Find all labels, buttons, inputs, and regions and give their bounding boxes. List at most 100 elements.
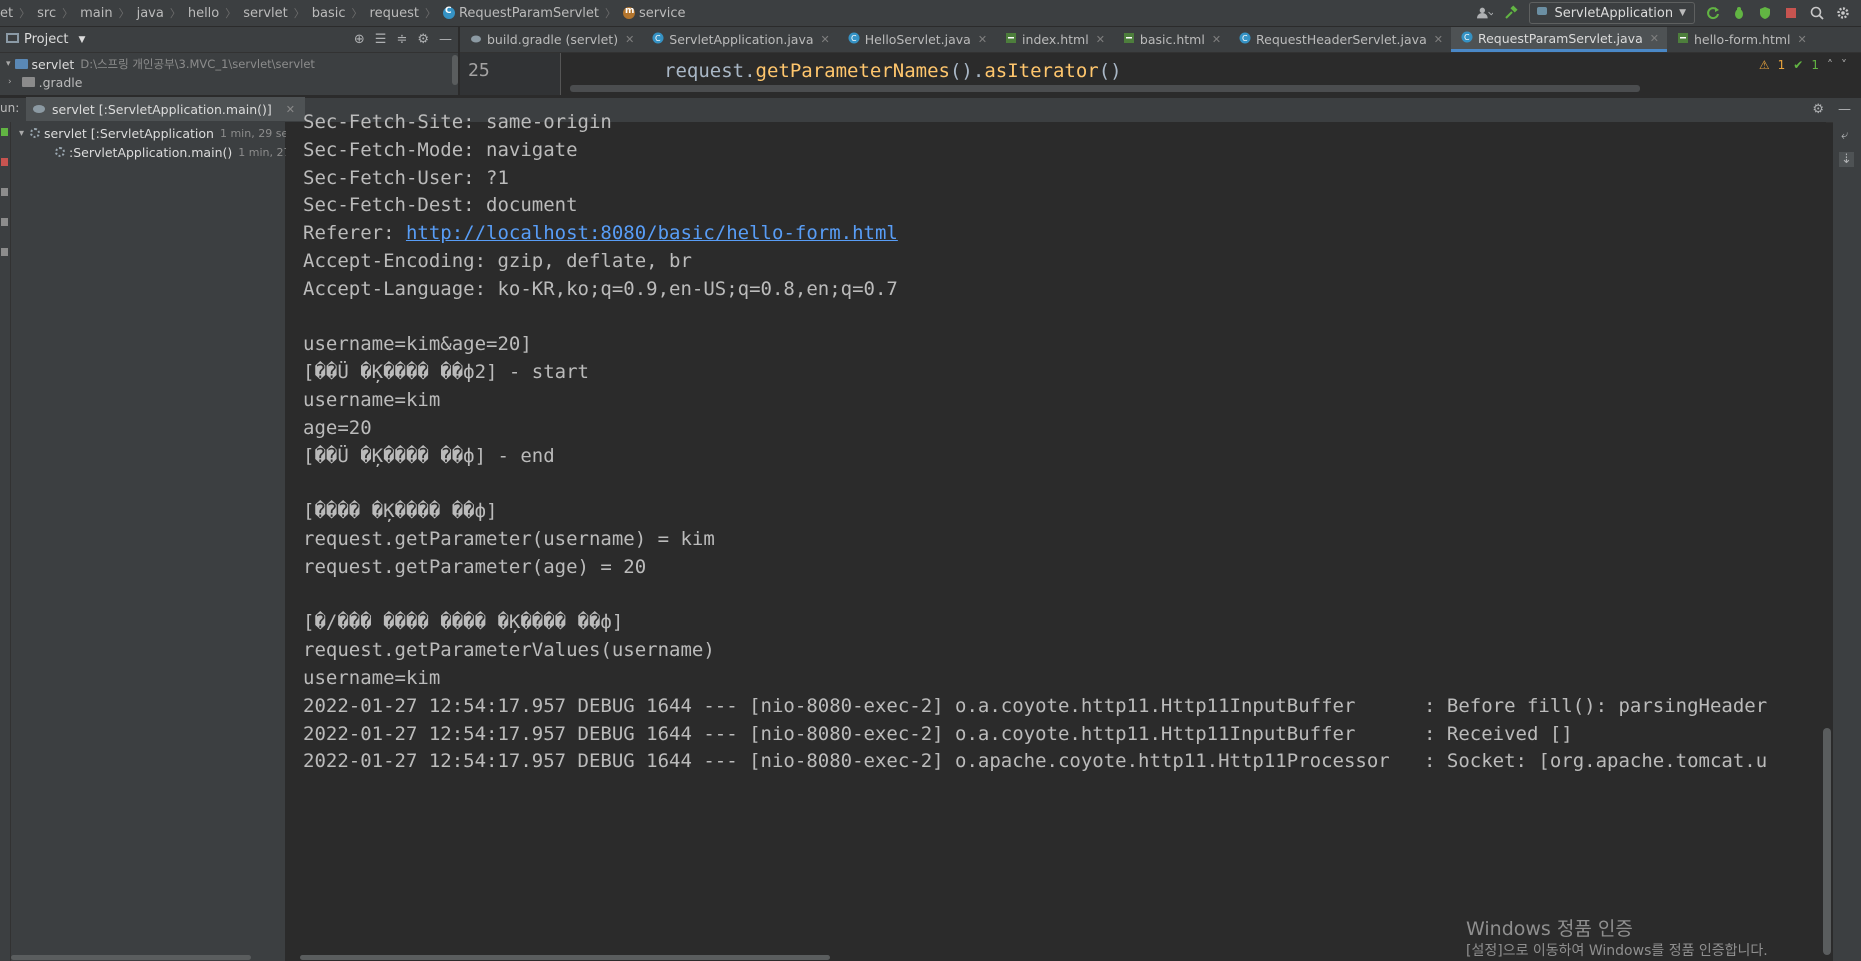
scroll-to-end-icon[interactable]: ⇣ (1839, 152, 1854, 167)
breadcrumb-separator-icon: 〉 (424, 7, 436, 20)
editor-tab[interactable]: C ServletApplication.java ✕ (642, 27, 837, 52)
restore-layout-icon[interactable] (1, 188, 8, 196)
stop-icon[interactable] (1, 158, 8, 166)
run-window-tools: ⚙ — (1812, 97, 1851, 121)
breadcrumb-item[interactable]: servlet 〉 (243, 5, 312, 21)
collapse-all-icon[interactable]: ≑ (396, 32, 407, 47)
rerun-icon[interactable] (1, 128, 8, 136)
gradle-elephant-icon (32, 102, 46, 117)
pin-icon[interactable] (1, 248, 8, 256)
warning-icon: ⚠ (1758, 58, 1770, 72)
editor-tab-label: hello-form.html (1693, 32, 1791, 47)
breadcrumb-item[interactable]: java 〉 (137, 5, 188, 21)
console-line: Sec-Fetch-Site: same-origin (303, 109, 612, 135)
console-line: username=kim (303, 387, 440, 413)
breadcrumb-item[interactable]: request 〉 (370, 5, 443, 21)
console-horizontal-scrollbar[interactable] (300, 955, 830, 960)
project-view-selector[interactable]: Project ▼ (6, 32, 85, 48)
breadcrumb-item[interactable]: service (622, 6, 686, 21)
editor-tab[interactable]: C RequestHeaderServlet.java ✕ (1229, 27, 1451, 52)
console-vertical-scrollbar[interactable] (1823, 728, 1831, 955)
settings-gear-icon[interactable]: ⚙ (1812, 102, 1824, 117)
locate-crosshair-icon[interactable]: ⊕ (354, 32, 365, 47)
run-configuration-select[interactable]: ServletApplication ▼ (1529, 2, 1695, 24)
coverage-icon[interactable] (1757, 5, 1773, 21)
run-tree-item[interactable]: :ServletApplication.main() 1 min, 27 sec (55, 143, 313, 161)
console-line: username=kim&age=20] (303, 331, 532, 357)
close-icon[interactable]: ✕ (1212, 33, 1221, 46)
breadcrumb-item[interactable]: main 〉 (80, 5, 136, 21)
console-link[interactable]: http://localhost:8080/basic/hello-form.h… (406, 222, 898, 244)
close-icon[interactable]: ✕ (1650, 32, 1659, 45)
editor-tab[interactable]: C HelloServlet.java ✕ (838, 27, 995, 52)
editor-tab[interactable]: basic.html ✕ (1113, 27, 1229, 52)
settings-gear-icon[interactable] (1835, 5, 1851, 21)
class-icon: C (1461, 31, 1473, 46)
breadcrumb-separator-icon: 〉 (62, 7, 74, 20)
editor-tab[interactable]: hello-form.html ✕ (1667, 27, 1815, 52)
run-tab[interactable]: servlet [:ServletApplication.main()] ✕ (26, 97, 305, 121)
close-icon[interactable]: ✕ (1096, 33, 1105, 46)
activation-watermark-text: [설정]으로 이동하여 Windows를 정품 인증합니다. (1466, 943, 1768, 959)
user-icon[interactable] (1477, 5, 1494, 21)
console-line: Accept-Language: ko-KR,ko;q=0.9,en-US;q=… (303, 276, 898, 302)
console-line: Sec-Fetch-User: ?1 (303, 165, 509, 191)
project-scrollbar[interactable] (452, 55, 458, 85)
run-label: un: (0, 101, 20, 115)
build-hammer-icon[interactable] (1503, 5, 1519, 21)
editor-tab[interactable]: build.gradle (servlet) ✕ (460, 27, 642, 52)
debug-bug-icon[interactable] (1731, 5, 1747, 21)
stop-icon[interactable] (1783, 5, 1799, 21)
breadcrumb-label: hello (187, 5, 220, 21)
run-tree-item[interactable]: ▾ servlet [:ServletApplication 1 min, 29… (19, 124, 294, 142)
console-line-text: 2022-01-27 12:54:17.957 DEBUG 1644 --- [… (303, 694, 1768, 717)
run-tree-scrollbar[interactable] (11, 955, 251, 960)
run-tree-label: :ServletApplication.main() (69, 144, 233, 160)
console-line-text: Sec-Fetch-Dest: document (303, 194, 578, 217)
minimize-icon[interactable]: — (1838, 102, 1851, 117)
editor-horizontal-scrollbar[interactable] (570, 85, 1640, 92)
close-icon[interactable]: ✕ (1798, 33, 1807, 46)
search-icon[interactable] (1809, 5, 1825, 21)
run-duration: 1 min, 29 sec (219, 126, 295, 140)
breadcrumb-label: main (80, 5, 113, 21)
console-line-text: request.getParameter(username) = kim (303, 528, 715, 550)
inspection-widget[interactable]: ⚠ 1 ✔ 1 ˄ ˅ (1759, 58, 1847, 72)
expand-all-icon[interactable]: ☰ (375, 32, 387, 47)
close-icon[interactable]: ✕ (821, 33, 830, 46)
chevron-down-icon[interactable]: ˅ (1841, 58, 1847, 72)
breadcrumb-item[interactable]: hello 〉 (188, 5, 243, 21)
editor-tab[interactable]: C RequestParamServlet.java ✕ (1450, 27, 1667, 52)
tree-item-gradle[interactable]: › .gradle (8, 73, 82, 91)
minimize-icon[interactable]: — (439, 32, 452, 47)
breadcrumb-item[interactable]: src 〉 (37, 5, 80, 21)
run-tree-label: servlet [:ServletApplication (44, 125, 214, 141)
console-line: 2022-01-27 12:54:17.957 DEBUG 1644 --- [… (303, 748, 1767, 774)
breadcrumb-separator-icon: 〉 (351, 7, 363, 20)
close-icon[interactable]: ✕ (1434, 33, 1443, 46)
editor-tab[interactable]: index.html ✕ (995, 27, 1113, 52)
run-tab-label: servlet [:ServletApplication.main()] (52, 101, 272, 117)
breadcrumb-item[interactable]: RequestParamServlet 〉 (442, 5, 623, 21)
breadcrumb-label: basic (311, 5, 346, 21)
close-icon[interactable]: ✕ (625, 33, 634, 46)
chevron-down-icon: ▼ (1679, 8, 1686, 18)
editor-tab-label: ServletApplication.java (669, 32, 814, 47)
tree-item-root[interactable]: ▾ servlet D:\스프링 개인공부\3.MVC_1\servlet\se… (6, 55, 315, 73)
activation-watermark-title: Windows 정품 인증 (1466, 918, 1633, 940)
chevron-up-icon[interactable]: ˄ (1827, 58, 1833, 72)
console-line-text: Accept-Language: ko-KR,ko;q=0.9,en-US;q=… (303, 277, 898, 300)
rerun-icon[interactable] (1705, 5, 1721, 21)
method-icon (622, 6, 635, 19)
close-icon[interactable]: ✕ (978, 33, 987, 46)
run-config-label: ServletApplication (1554, 5, 1674, 21)
soft-wrap-icon[interactable]: ⤶ (1841, 128, 1848, 143)
svg-text:C: C (851, 34, 857, 43)
svg-text:C: C (1464, 33, 1470, 42)
html-icon (1005, 32, 1017, 47)
breadcrumb-item[interactable]: basic 〉 (312, 5, 370, 21)
breadcrumb-item[interactable]: et 〉 (0, 5, 37, 21)
close-icon[interactable]: ✕ (286, 103, 295, 116)
settings-gear-icon[interactable]: ⚙ (417, 32, 429, 47)
filter-icon[interactable] (1, 218, 8, 226)
